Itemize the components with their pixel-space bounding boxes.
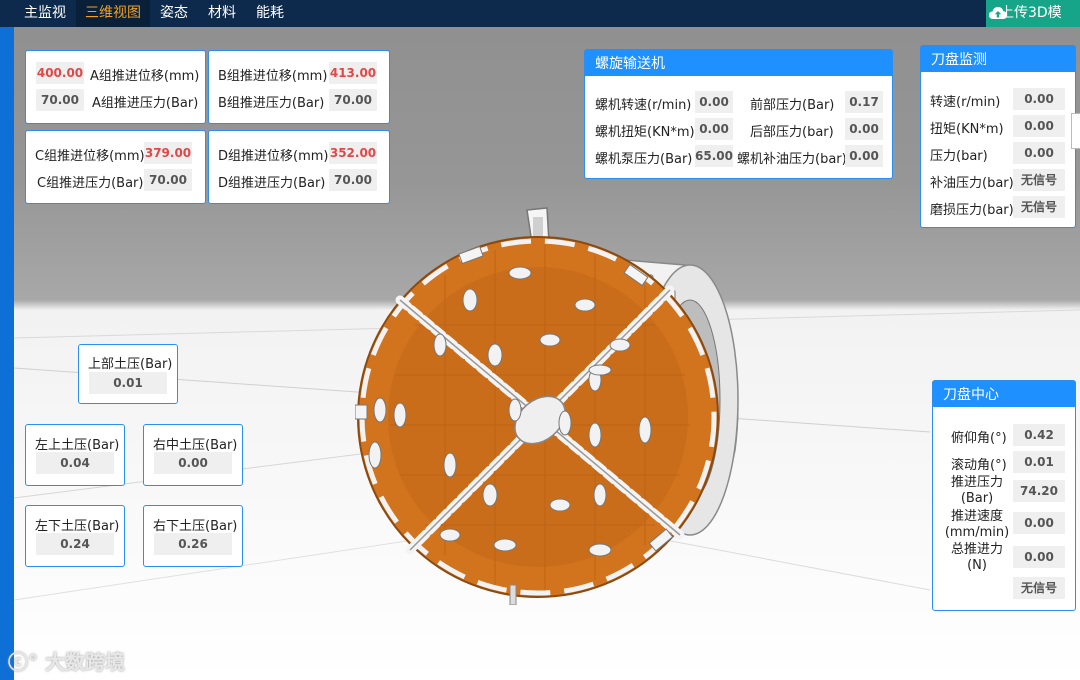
screw-rear-pressure-label: 后部压力(bar)	[750, 125, 834, 140]
screw-pump-pressure-label: 螺机泵压力(Bar)	[595, 152, 693, 167]
screw-torque-label: 螺机扭矩(KN*m)	[595, 125, 695, 140]
thrust-a-displacement-value: 400.00	[36, 62, 84, 84]
cutter-wear-pressure-value: 无信号	[1013, 196, 1065, 218]
earth-pressure-top-value: 0.01	[89, 372, 167, 394]
total-thrust-label-line2: (N)	[967, 558, 987, 573]
thrust-a-pressure-value: 70.00	[36, 89, 84, 111]
earth-pressure-lower-left-panel: 左下土压(Bar) 0.24	[25, 505, 125, 567]
screw-rear-pressure-value: 0.00	[845, 118, 883, 140]
earth-pressure-upper-left-label: 左上土压(Bar)	[35, 438, 120, 453]
thrust-pressure-label-line2: (Bar)	[960, 491, 994, 506]
cutter-refill-pressure-label: 补油压力(bar)	[930, 176, 1014, 191]
thrust-c-panel: C组推进位移(mm) 379.00 C组推进压力(Bar) 70.00	[25, 130, 206, 204]
screw-refill-pressure-label: 螺机补油压力(bar)	[737, 152, 847, 167]
thrust-a-displacement-label: A组推进位移(mm)	[90, 69, 200, 84]
thrust-b-panel: B组推进位移(mm) 413.00 B组推进压力(Bar) 70.00	[208, 50, 390, 124]
thrust-c-displacement-label: C组推进位移(mm)	[35, 149, 145, 164]
thrust-b-displacement-label: B组推进位移(mm)	[218, 69, 328, 84]
watermark-text: 大数跨境	[44, 650, 125, 674]
earth-pressure-lower-right-label: 右下土压(Bar)	[153, 519, 238, 534]
advance-speed-label: 推进速度 (mm/min)	[943, 509, 1011, 541]
earth-pressure-lower-right-panel: 右下土压(Bar) 0.26	[143, 505, 243, 567]
screw-refill-pressure-value: 0.00	[845, 145, 883, 167]
tbm-3d-model[interactable]	[355, 205, 745, 605]
screw-speed-label: 螺机转速(r/min)	[595, 98, 692, 113]
thrust-d-panel: D组推进位移(mm) 352.00 D组推进压力(Bar) 70.00	[208, 130, 390, 204]
thrust-pressure-label: 推进压力 (Bar)	[951, 475, 1003, 507]
thrust-b-displacement-value: 413.00	[329, 62, 377, 84]
advance-speed-label-line2: (mm/min)	[944, 525, 1010, 540]
screw-conveyor-panel: 螺旋输送机 螺机转速(r/min) 0.00 前部压力(Bar) 0.17 螺机…	[584, 49, 893, 179]
cutter-pressure-value: 0.00	[1013, 142, 1065, 164]
thrust-d-displacement-label: D组推进位移(mm)	[218, 149, 329, 164]
cutter-wear-pressure-label: 磨损压力(bar)	[930, 203, 1014, 218]
screw-front-pressure-label: 前部压力(Bar)	[750, 98, 835, 113]
earth-pressure-lower-left-value: 0.24	[36, 533, 114, 555]
total-thrust-value: 0.00	[1013, 546, 1065, 568]
earth-pressure-right-middle-label: 右中土压(Bar)	[153, 438, 238, 453]
thrust-b-pressure-label: B组推进压力(Bar)	[218, 96, 325, 111]
cutterhead-monitor-title: 刀盘监测	[921, 46, 1075, 72]
cutter-torque-label: 扭矩(KN*m)	[930, 122, 1004, 137]
thrust-d-pressure-value: 70.00	[329, 169, 377, 191]
advance-speed-label-line1: 推进速度	[950, 509, 1003, 524]
thrust-d-displacement-value: 352.00	[329, 142, 377, 164]
cutterhead-center-panel: 刀盘中心 俯仰角(°) 0.42 滚动角(°) 0.01 推进压力 (Bar) …	[932, 380, 1076, 611]
cutter-speed-value: 0.00	[1013, 88, 1065, 110]
advance-speed-value: 0.00	[1013, 512, 1065, 534]
screw-conveyor-title: 螺旋输送机	[585, 50, 892, 76]
thrust-c-pressure-label: C组推进压力(Bar)	[37, 176, 144, 191]
screw-torque-value: 0.00	[695, 118, 733, 140]
earth-pressure-upper-left-panel: 左上土压(Bar) 0.04	[25, 424, 125, 486]
roll-angle-label: 滚动角(°)	[951, 458, 1007, 473]
thrust-pressure-value: 74.20	[1013, 480, 1065, 502]
earth-pressure-top-label: 上部土压(Bar)	[88, 357, 173, 372]
earth-pressure-lower-left-label: 左下土压(Bar)	[35, 519, 120, 534]
screw-speed-value: 0.00	[695, 91, 733, 113]
thrust-c-displacement-value: 379.00	[144, 142, 192, 164]
screw-front-pressure-value: 0.17	[845, 91, 883, 113]
screw-pump-pressure-value: 65.00	[695, 145, 733, 167]
roll-angle-value: 0.01	[1013, 451, 1065, 473]
watermark-logo-icon: ⓒ°	[8, 650, 38, 674]
earth-pressure-right-middle-value: 0.00	[154, 452, 232, 474]
watermark: ⓒ° 大数跨境	[8, 646, 125, 675]
earth-pressure-right-middle-panel: 右中土压(Bar) 0.00	[143, 424, 243, 486]
cutter-pressure-label: 压力(bar)	[930, 149, 988, 164]
total-thrust-label: 总推进力 (N)	[951, 542, 1003, 574]
earth-pressure-lower-right-value: 0.26	[154, 533, 232, 555]
no-signal-value: 无信号	[1013, 577, 1065, 599]
thrust-d-pressure-label: D组推进压力(Bar)	[218, 176, 326, 191]
thrust-b-pressure-value: 70.00	[329, 89, 377, 111]
cutter-speed-label: 转速(r/min)	[930, 95, 1001, 110]
thrust-a-panel: 400.00 A组推进位移(mm) 70.00 A组推进压力(Bar)	[25, 50, 206, 124]
side-expand-handle[interactable]	[1071, 113, 1080, 149]
thrust-a-pressure-label: A组推进压力(Bar)	[92, 96, 199, 111]
cutterhead-monitor-panel: 刀盘监测 转速(r/min) 0.00 扭矩(KN*m) 0.00 压力(bar…	[920, 45, 1076, 228]
thrust-pressure-label-line1: 推进压力	[951, 475, 1004, 490]
pitch-angle-value: 0.42	[1013, 424, 1065, 446]
earth-pressure-top-panel: 上部土压(Bar) 0.01	[78, 344, 178, 404]
pitch-angle-label: 俯仰角(°)	[951, 431, 1007, 446]
cutter-torque-value: 0.00	[1013, 115, 1065, 137]
cutter-refill-pressure-value: 无信号	[1013, 169, 1065, 191]
total-thrust-label-line1: 总推进力	[951, 542, 1004, 557]
earth-pressure-upper-left-value: 0.04	[36, 452, 114, 474]
thrust-c-pressure-value: 70.00	[144, 169, 192, 191]
cutterhead-center-title: 刀盘中心	[933, 381, 1075, 407]
